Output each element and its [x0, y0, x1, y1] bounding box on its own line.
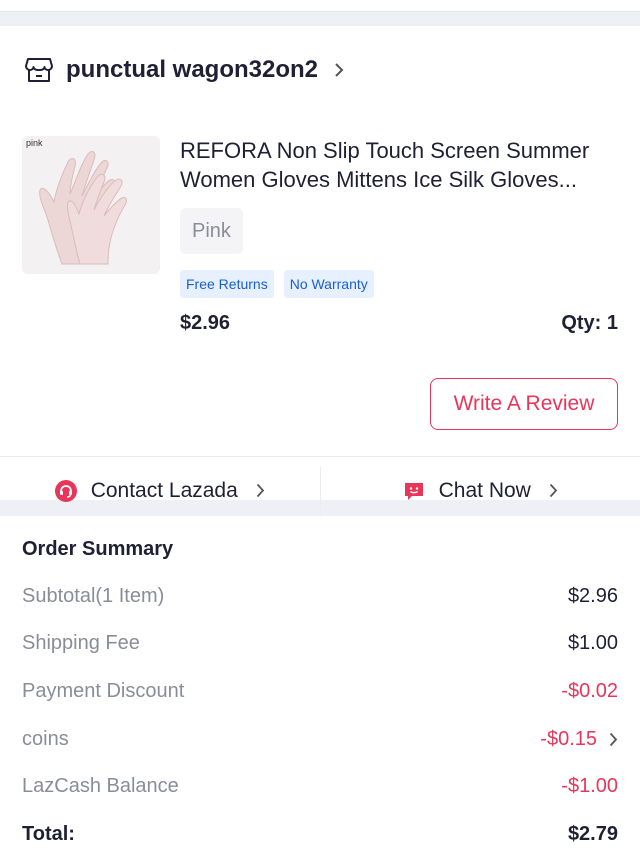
total-value: $2.79 — [567, 822, 618, 845]
product-price: $2.96 — [180, 312, 231, 334]
subtotal-row: Subtotal(1 Item) $2.96 — [22, 582, 618, 610]
chat-now-button[interactable]: Chat Now — [321, 457, 640, 524]
chevron-right-icon — [256, 483, 265, 498]
product-quantity: Qty: 1 — [561, 312, 618, 334]
subtotal-value: $2.96 — [567, 584, 618, 607]
variant-chip: Pink — [180, 208, 243, 254]
total-label: Total: — [22, 822, 75, 845]
shipping-fee-label: Shipping Fee — [22, 631, 140, 654]
free-returns-tag: Free Returns — [180, 270, 274, 298]
payment-discount-row: Payment Discount -$0.02 — [22, 677, 618, 705]
chevron-right-icon — [609, 732, 618, 747]
contact-lazada-button[interactable]: Contact Lazada — [0, 457, 320, 524]
contact-row: Contact Lazada Chat Now — [0, 456, 640, 524]
payment-discount-label: Payment Discount — [22, 679, 185, 702]
store-icon — [24, 55, 54, 85]
shipping-fee-value: $1.00 — [567, 631, 618, 654]
chat-icon — [403, 480, 425, 502]
order-summary-title: Order Summary — [22, 538, 174, 560]
coins-label: coins — [22, 727, 69, 750]
order-item-card: punctual wagon32on2 pink REFORA Non Slip… — [0, 26, 640, 515]
no-warranty-tag: No Warranty — [283, 270, 374, 298]
lazcash-balance-label: LazCash Balance — [22, 774, 179, 797]
previous-card-edge — [0, 0, 640, 12]
lazcash-balance-row: LazCash Balance -$1.00 — [22, 772, 618, 800]
chevron-right-icon — [549, 483, 558, 498]
total-row: Total: $2.79 — [22, 820, 618, 848]
shop-header[interactable]: punctual wagon32on2 — [24, 54, 348, 86]
order-summary: Order Summary Subtotal(1 Item) $2.96 Shi… — [0, 516, 640, 856]
coins-row[interactable]: coins -$0.15 — [22, 725, 618, 753]
subtotal-label: Subtotal(1 Item) — [22, 584, 165, 607]
chevron-right-icon — [334, 60, 348, 80]
shipping-fee-row: Shipping Fee $1.00 — [22, 629, 618, 657]
glove-image — [22, 136, 160, 274]
contact-lazada-label: Contact Lazada — [90, 478, 238, 502]
payment-discount-value: -$0.02 — [561, 679, 618, 702]
product-title[interactable]: REFORA Non Slip Touch Screen Summer Wome… — [180, 136, 620, 194]
coins-value-wrap: -$0.15 — [540, 728, 618, 751]
write-review-button[interactable]: Write A Review — [430, 378, 618, 430]
product-image[interactable]: pink — [22, 136, 160, 274]
chat-now-label: Chat Now — [438, 478, 531, 502]
coins-value: -$0.15 — [540, 727, 597, 750]
top-gap — [0, 0, 640, 26]
image-caption: pink — [26, 138, 43, 148]
headset-icon — [54, 479, 77, 502]
lazcash-balance-value: -$1.00 — [561, 774, 618, 797]
service-tags: Free Returns No Warranty — [180, 270, 374, 298]
shop-name: punctual wagon32on2 — [66, 56, 319, 83]
